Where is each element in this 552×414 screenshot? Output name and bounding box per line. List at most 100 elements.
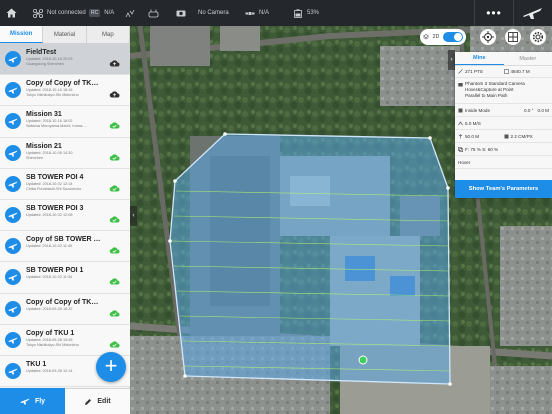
collapse-right-panel-button[interactable]: ›	[448, 50, 455, 70]
cloud-upload-icon[interactable]	[109, 54, 120, 67]
tab-material[interactable]: Material	[43, 26, 87, 43]
map-layer-button[interactable]	[505, 29, 521, 45]
camera-status: No Camera	[175, 0, 229, 26]
mission-type-icon	[5, 206, 21, 223]
action-row[interactable]: Hover	[455, 156, 552, 169]
edit-button[interactable]: Edit	[65, 388, 130, 414]
altitude-stat: 50.0 M	[458, 134, 504, 139]
mission-list-item[interactable]: Copy of Copy of TKU 1 Updated: 2018-10-16…	[0, 75, 130, 107]
fly-label: Fly	[34, 397, 46, 405]
chevron-left-icon: ‹	[132, 213, 135, 219]
drone-icon	[32, 8, 43, 18]
mission-name: FieldTest	[26, 49, 57, 56]
mission-name: SB TOWER POI 3	[26, 204, 84, 212]
tab-mine[interactable]: Mine	[455, 52, 504, 65]
altitude-gsd-row[interactable]: 50.0 M 2.2 CM/PX	[455, 130, 552, 143]
show-team-parameters-button[interactable]: Show Team's Parameters	[455, 180, 552, 198]
home-button[interactable]	[6, 0, 17, 26]
mission-text: Mission 21 Updated: 2018-10-05 14:30 Shenz…	[26, 142, 102, 161]
cloud-synced-icon[interactable]	[109, 272, 120, 285]
more-menu-button[interactable]: •••	[474, 0, 514, 26]
area-icon	[503, 69, 509, 74]
mission-text: SB TOWER POI 1 Updated: 2018-10-02 11:34	[26, 266, 102, 280]
aircraft-mode-icon[interactable]	[520, 4, 546, 22]
mission-list-item[interactable]: Mission 31 Updated: 2018-10-16 18:02 Saita…	[0, 106, 130, 138]
locate-button[interactable]	[480, 29, 496, 45]
cloud-synced-icon[interactable]	[109, 148, 120, 161]
status-bar: Not connected RC N/A No Camera N/A 53% •…	[0, 0, 552, 26]
mission-type-icon	[5, 82, 21, 99]
altitude-icon	[458, 133, 463, 139]
gsd-icon	[504, 134, 509, 139]
cloud-upload-icon[interactable]	[109, 85, 120, 98]
collapse-left-panel-button[interactable]: ‹	[130, 206, 137, 226]
speed-row[interactable]: 5.0 M/S	[455, 117, 552, 130]
tab-mission[interactable]: Mission	[0, 26, 44, 43]
settings-button[interactable]	[530, 29, 546, 45]
points-count: 271 PTS	[465, 69, 483, 74]
view-mode-switch[interactable]	[443, 32, 463, 42]
fly-button[interactable]: Fly	[0, 388, 65, 414]
mission-name: TKU 1	[26, 360, 47, 368]
mission-list-item[interactable]: Copy of SB TOWER P... Updated: 2018-10-02…	[0, 231, 130, 263]
add-mission-button[interactable]: +	[96, 352, 126, 382]
signal-icon	[124, 9, 135, 18]
cloud-synced-icon[interactable]	[109, 179, 120, 192]
mission-updated: Updated: 2018-10-02 11:49	[26, 244, 73, 249]
mission-text: Copy of Copy of TKU 1 Updated: 2018-09-28…	[26, 298, 102, 312]
camera-label: No Camera	[198, 10, 229, 16]
mission-parameters-panel: Mine Master 271 PTS 4840.7 M Phantom 3 S…	[455, 52, 552, 198]
grid-map-icon	[508, 32, 518, 42]
mission-list-item[interactable]: SB TOWER POI 4 Updated: 2018-10-02 12:14 C…	[0, 168, 130, 200]
area-value: 4840.7 M	[510, 69, 530, 74]
cloud-synced-icon[interactable]	[109, 335, 120, 348]
mission-name: Copy of SB TOWER P...	[26, 236, 102, 244]
view-mode-toggle[interactable]: 2D	[420, 29, 466, 45]
layers-icon	[423, 34, 429, 40]
mission-name: Mission 21	[26, 142, 62, 150]
cloud-synced-icon[interactable]	[109, 116, 120, 129]
tab-map[interactable]: Map	[87, 26, 129, 43]
crosshair-icon	[482, 31, 494, 43]
mission-text: SB TOWER POI 4 Updated: 2018-10-02 12:14 C…	[26, 173, 102, 192]
mission-location: Tokyo Nishitokyo-Shi Midoricho	[26, 342, 79, 347]
mission-type-icon	[5, 144, 21, 161]
cloud-synced-icon[interactable]	[109, 241, 120, 254]
more-icon: •••	[486, 6, 502, 20]
mission-type-icon	[5, 113, 21, 130]
rc-badge: RC	[89, 9, 101, 17]
gps-status: N/A	[244, 0, 269, 26]
battery-value: 53%	[307, 10, 320, 16]
inside-mode-offset: 0.0 M	[537, 107, 550, 113]
mission-name: SB TOWER POI 1	[26, 267, 84, 275]
mission-list-item[interactable]: Mission 21 Updated: 2018-10-05 14:30 Shenz…	[0, 137, 130, 169]
mission-text: Copy of Copy of TKU 1 Updated: 2018-10-16…	[26, 79, 102, 98]
tab-master[interactable]: Master	[504, 52, 552, 65]
action-value: Hover	[458, 159, 471, 165]
cloud-synced-icon[interactable]	[109, 304, 120, 316]
cloud-synced-icon[interactable]	[109, 210, 120, 223]
mission-list-item[interactable]: SB TOWER POI 3 Updated: 2018-10-02 12:08	[0, 199, 130, 232]
remote-controller-icon	[148, 9, 159, 18]
mission-name: SB TOWER POI 4	[26, 173, 84, 181]
flight-area-polygon[interactable]	[169, 133, 451, 385]
action-bar: Fly Edit	[0, 388, 130, 414]
overlap-value: F: 75 % S: 60 %	[465, 146, 499, 152]
signal-status	[124, 0, 135, 26]
mission-list-item[interactable]: Copy of Copy of TKU 1 Updated: 2018-09-28…	[0, 293, 130, 325]
mission-list[interactable]: FieldTest Updated: 2018-10-16 20:03 Guangd…	[0, 44, 130, 388]
start-point-marker[interactable]	[358, 355, 368, 365]
inside-mode-row[interactable]: Inside Mode 0.0 ° 0.0 M	[455, 104, 552, 117]
mission-list-item[interactable]: FieldTest Updated: 2018-10-16 20:03 Guangd…	[0, 44, 130, 76]
camera-setting-row[interactable]: Phantom 3 Standard Camera Hover&Capture …	[455, 78, 552, 104]
mission-list-item[interactable]: SB TOWER POI 1 Updated: 2018-10-02 11:34	[0, 262, 130, 294]
area-stat: 4840.7 M	[503, 69, 550, 74]
satellite-icon	[244, 9, 255, 18]
overlap-icon	[458, 146, 464, 152]
inside-mode-icon	[458, 108, 463, 113]
parameters-tabs: Mine Master	[455, 52, 552, 66]
overlap-row[interactable]: F: 75 % S: 60 %	[455, 143, 552, 156]
mission-type-icon	[5, 238, 21, 255]
mission-type-icon	[5, 51, 21, 67]
mission-location: Guangdong Shenzhen	[26, 62, 65, 66]
